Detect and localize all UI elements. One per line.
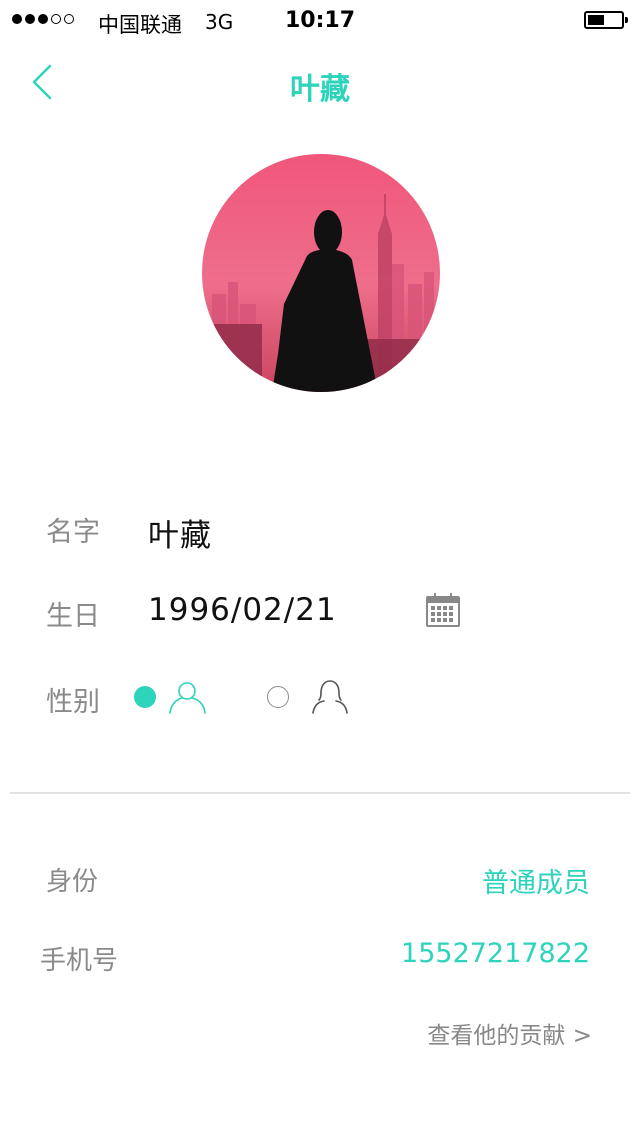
calendar-icon[interactable] [426,593,460,627]
name-label: 名字 [46,517,100,548]
page-title: 叶藏 [290,72,350,107]
status-bar: 中国联通 3G 10:17 [0,0,640,40]
phone-label: 手机号 [40,946,119,976]
gender-male-radio[interactable] [134,686,156,708]
status-time: 10:17 [284,8,356,33]
name-value[interactable]: 叶藏 [148,510,212,555]
male-user-icon[interactable] [168,679,208,715]
battery-level [588,15,604,25]
avatar-image [202,154,440,392]
gender-label: 性别 [46,687,100,718]
phone-value[interactable]: 15527217822 [401,938,590,969]
gender-female-radio[interactable] [267,686,289,708]
birthday-value[interactable]: 1996/02/21 [148,592,337,628]
battery-icon [584,11,628,29]
view-contribution-link[interactable]: 查看他的贡献 > [427,1016,592,1050]
female-user-icon[interactable] [310,679,350,715]
role-value: 普通成员 [482,868,590,899]
section-divider [10,792,630,794]
role-label: 身份 [46,867,99,897]
birthday-label: 生日 [46,601,100,632]
avatar[interactable] [202,154,440,392]
